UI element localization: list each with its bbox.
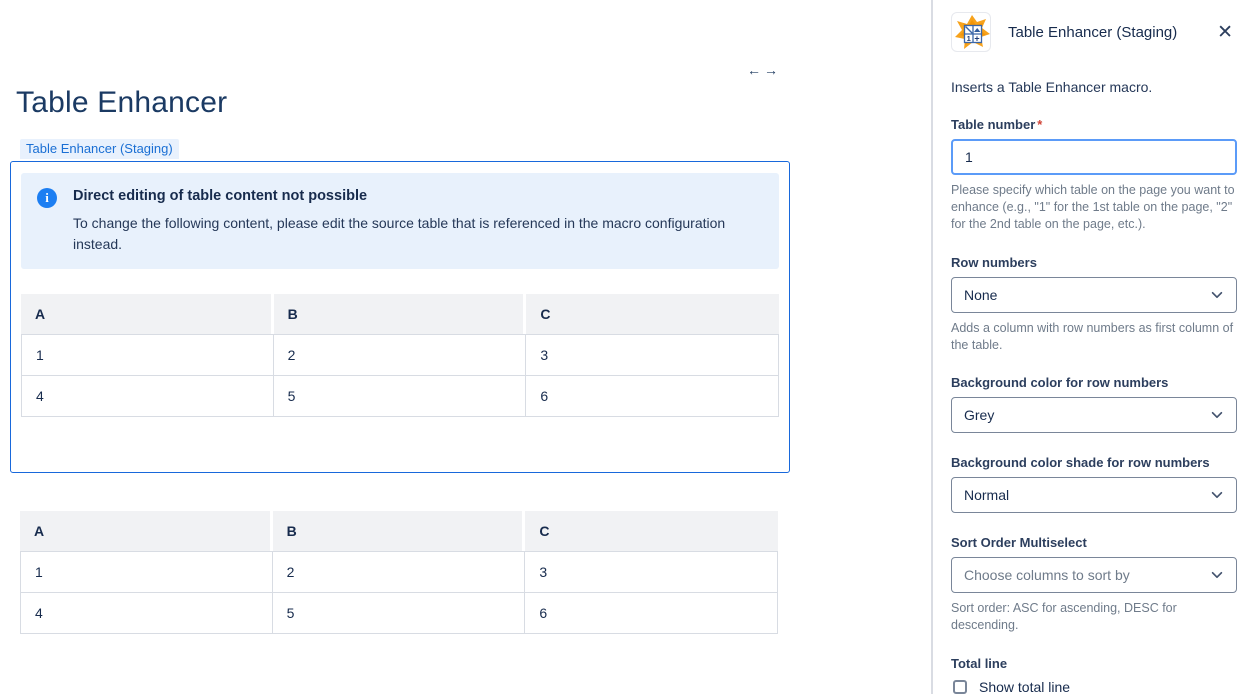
field-row-numbers: Row numbers None Adds a column with row … xyxy=(951,255,1237,354)
close-icon[interactable]: ✕ xyxy=(1213,21,1237,44)
field-sort-order: Sort Order Multiselect Choose columns to… xyxy=(951,535,1237,634)
table-row: 4 5 6 xyxy=(21,376,779,417)
table-cell[interactable]: 4 xyxy=(20,593,273,634)
app-window: ← → Table Enhancer Table Enhancer (Stagi… xyxy=(0,0,1252,694)
svg-text:1: 1 xyxy=(967,34,971,43)
table-cell: 2 xyxy=(274,334,527,376)
info-panel-body: To change the following content, please … xyxy=(73,213,773,255)
checkbox-unchecked[interactable] xyxy=(953,680,967,694)
svg-text:+: + xyxy=(974,34,979,44)
checkbox-label: Show total line xyxy=(979,679,1070,694)
table-header-row: A B C xyxy=(21,294,779,334)
sort-order-multiselect[interactable]: Choose columns to sort by xyxy=(951,557,1237,593)
chevron-down-icon xyxy=(1210,288,1224,302)
table-row: 4 5 6 xyxy=(20,593,778,634)
field-label: Total line xyxy=(951,656,1237,671)
chevron-down-icon xyxy=(1210,568,1224,582)
table-cell: 4 xyxy=(21,376,274,417)
macro-description: Inserts a Table Enhancer macro. xyxy=(951,79,1237,95)
column-header: A xyxy=(21,294,274,334)
field-bg-color: Background color for row numbers Grey xyxy=(951,375,1237,433)
panel-header: 1 + Table Enhancer (Staging) ✕ xyxy=(951,12,1237,52)
column-header[interactable]: A xyxy=(20,511,273,551)
panel-title: Table Enhancer (Staging) xyxy=(1008,24,1177,41)
field-label: Background color for row numbers xyxy=(951,375,1237,390)
page-title: Table Enhancer xyxy=(16,86,227,120)
table-header-row: A B C xyxy=(20,511,778,551)
table-cell[interactable]: 1 xyxy=(20,551,273,593)
arrow-left-icon: ← xyxy=(747,62,761,78)
bg-color-select[interactable]: Grey xyxy=(951,397,1237,433)
table-cell: 1 xyxy=(21,334,274,376)
table-cell[interactable]: 6 xyxy=(525,593,778,634)
row-numbers-select[interactable]: None xyxy=(951,277,1237,313)
macro-config-panel: 1 + Table Enhancer (Staging) ✕ Inserts a… xyxy=(931,0,1252,694)
select-value: Grey xyxy=(964,407,994,423)
column-header: C xyxy=(526,294,779,334)
macro-selection-box[interactable]: i Direct editing of table content not po… xyxy=(10,161,790,473)
bg-shade-select[interactable]: Normal xyxy=(951,477,1237,513)
chevron-down-icon xyxy=(1210,488,1224,502)
required-marker: * xyxy=(1037,117,1042,132)
info-icon: i xyxy=(37,188,57,208)
field-label: Background color shade for row numbers xyxy=(951,455,1237,470)
table-cell[interactable]: 5 xyxy=(273,593,526,634)
field-label: Sort Order Multiselect xyxy=(951,535,1237,550)
info-panel-title: Direct editing of table content not poss… xyxy=(73,188,367,204)
field-label: Row numbers xyxy=(951,255,1237,270)
editor-content: ← → Table Enhancer Table Enhancer (Stagi… xyxy=(0,0,931,694)
column-header: B xyxy=(274,294,527,334)
field-help-text: Sort order: ASC for ascending, DESC for … xyxy=(951,600,1237,634)
table-enhancer-macro-icon: 1 + xyxy=(951,12,991,52)
info-panel: i Direct editing of table content not po… xyxy=(21,173,779,269)
table-cell: 6 xyxy=(526,376,779,417)
table-row: 1 2 3 xyxy=(20,551,778,593)
field-help-text: Adds a column with row numbers as first … xyxy=(951,320,1237,354)
macro-preview-table: A B C 1 2 3 4 5 6 xyxy=(21,294,779,417)
column-header[interactable]: B xyxy=(273,511,526,551)
select-value: Normal xyxy=(964,487,1009,503)
select-placeholder: Choose columns to sort by xyxy=(964,567,1130,583)
table-row: 1 2 3 xyxy=(21,334,779,376)
page-width-toggle-button[interactable]: ← → xyxy=(747,62,778,78)
table-cell: 3 xyxy=(526,334,779,376)
field-bg-shade: Background color shade for row numbers N… xyxy=(951,455,1237,513)
field-help-text: Please specify which table on the page y… xyxy=(951,182,1237,233)
field-total-line: Total line Show total line The total lin… xyxy=(951,656,1237,694)
field-table-number: Table number* Please specify which table… xyxy=(951,117,1237,233)
macro-tag-label[interactable]: Table Enhancer (Staging) xyxy=(20,139,179,159)
page-source-table[interactable]: A B C 1 2 3 4 5 6 xyxy=(20,511,778,634)
table-cell[interactable]: 3 xyxy=(525,551,778,593)
arrow-right-icon: → xyxy=(764,62,778,78)
table-cell[interactable]: 2 xyxy=(273,551,526,593)
column-header[interactable]: C xyxy=(525,511,778,551)
show-total-line-checkbox-row[interactable]: Show total line xyxy=(951,679,1237,694)
field-label: Table number* xyxy=(951,117,1237,132)
select-value: None xyxy=(964,287,997,303)
chevron-down-icon xyxy=(1210,408,1224,422)
table-number-input[interactable] xyxy=(951,139,1237,175)
table-cell: 5 xyxy=(274,376,527,417)
